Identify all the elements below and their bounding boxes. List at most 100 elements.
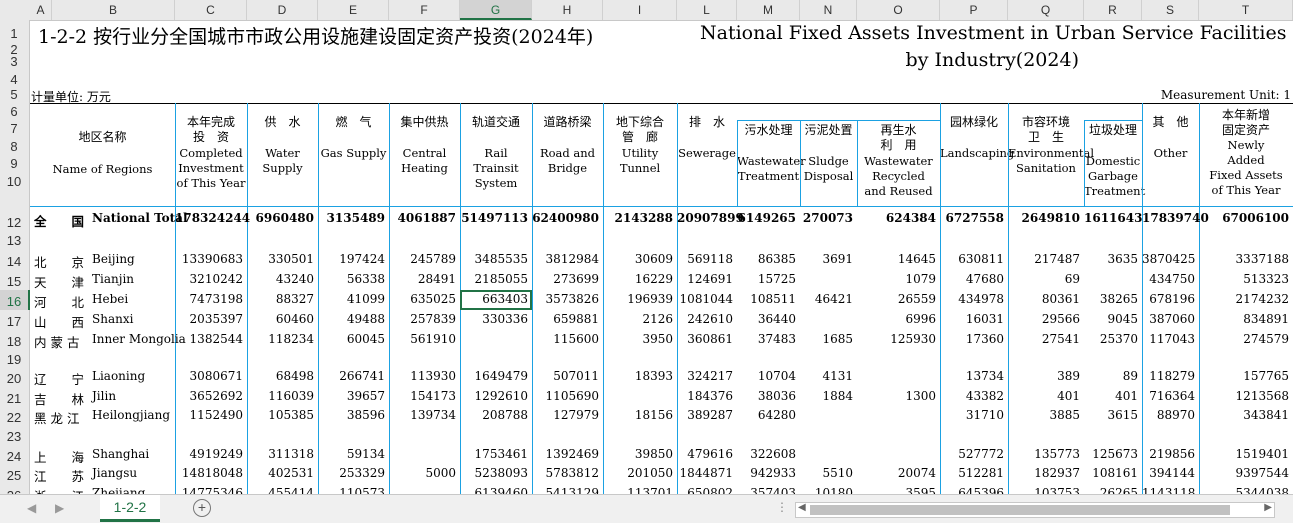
data-cell[interactable]: 43240 xyxy=(247,272,314,286)
data-cell[interactable]: 105385 xyxy=(247,408,314,422)
data-cell[interactable]: 245789 xyxy=(389,252,456,266)
column-header-M[interactable]: M xyxy=(737,0,800,20)
data-cell[interactable]: 512281 xyxy=(940,466,1004,480)
data-cell[interactable]: 270073 xyxy=(800,211,853,225)
data-cell[interactable]: 3135489 xyxy=(318,211,385,225)
data-cell[interactable]: 182937 xyxy=(1008,466,1080,480)
data-cell[interactable]: 117043 xyxy=(1142,332,1195,346)
data-cell[interactable]: 5000 xyxy=(389,466,456,480)
data-cell[interactable]: 3210242 xyxy=(175,272,243,286)
row-header-10[interactable]: 10 xyxy=(0,172,30,190)
data-cell[interactable]: 154173 xyxy=(389,389,456,403)
row-header-24[interactable]: 24 xyxy=(0,445,30,465)
data-cell[interactable]: 357403 xyxy=(737,486,796,494)
data-cell[interactable]: 14775346 xyxy=(175,486,243,494)
data-cell[interactable]: 108511 xyxy=(737,292,796,306)
data-cell[interactable]: 116039 xyxy=(247,389,314,403)
data-cell[interactable]: 36440 xyxy=(737,312,796,326)
data-cell[interactable]: 9045 xyxy=(1084,312,1138,326)
row-header-4[interactable]: 4 xyxy=(0,70,30,88)
data-cell[interactable]: 1884 xyxy=(800,389,853,403)
row-header-5[interactable]: 5 xyxy=(0,87,30,103)
data-cell[interactable]: 18393 xyxy=(603,369,673,383)
data-cell[interactable]: 401 xyxy=(1084,389,1138,403)
row-header-7[interactable]: 7 xyxy=(0,120,30,137)
column-header-R[interactable]: R xyxy=(1084,0,1142,20)
data-cell[interactable]: 1292610 xyxy=(460,389,528,403)
row-header-9[interactable]: 9 xyxy=(0,155,30,172)
data-cell[interactable]: 6149265 xyxy=(737,211,796,225)
row-header-8[interactable]: 8 xyxy=(0,137,30,155)
data-cell[interactable]: 38036 xyxy=(737,389,796,403)
row-header-12[interactable]: 12 xyxy=(0,190,30,231)
data-cell[interactable]: 527772 xyxy=(940,447,1004,461)
add-sheet-icon[interactable]: + xyxy=(193,499,211,517)
data-cell[interactable]: 1753461 xyxy=(460,447,528,461)
data-cell[interactable]: 1081044 xyxy=(677,292,733,306)
data-cell[interactable]: 834891 xyxy=(1199,312,1289,326)
data-cell[interactable]: 49488 xyxy=(318,312,385,326)
data-cell[interactable]: 1611643 xyxy=(1084,211,1142,225)
data-cell[interactable]: 330336 xyxy=(460,312,528,326)
data-cell[interactable]: 26265 xyxy=(1084,486,1138,494)
data-cell[interactable]: 387060 xyxy=(1142,312,1195,326)
scroll-left-icon[interactable]: ◀ xyxy=(798,502,806,513)
data-cell[interactable]: 17360 xyxy=(940,332,1004,346)
data-cell[interactable]: 201050 xyxy=(603,466,673,480)
data-cell[interactable]: 455414 xyxy=(247,486,314,494)
data-cell[interactable]: 64280 xyxy=(737,408,796,422)
data-cell[interactable]: 25370 xyxy=(1084,332,1138,346)
data-cell[interactable]: 18156 xyxy=(603,408,673,422)
row-header-1[interactable]: 1 xyxy=(0,20,30,42)
horizontal-scrollbar[interactable]: ◀ ▶ xyxy=(795,502,1275,518)
data-cell[interactable]: 401 xyxy=(1008,389,1080,403)
data-cell[interactable]: 1143118 xyxy=(1142,486,1195,494)
prev-sheet-icon[interactable]: ◀ xyxy=(27,501,36,515)
data-cell[interactable]: 5238093 xyxy=(460,466,528,480)
data-cell[interactable]: 10704 xyxy=(737,369,796,383)
data-cell[interactable]: 324217 xyxy=(677,369,733,383)
data-cell[interactable]: 13390683 xyxy=(175,252,243,266)
data-cell[interactable]: 4061887 xyxy=(389,211,456,225)
data-cell[interactable]: 3652692 xyxy=(175,389,243,403)
active-cell-G16[interactable] xyxy=(460,290,532,310)
data-cell[interactable]: 1392469 xyxy=(532,447,599,461)
data-cell[interactable]: 62400980 xyxy=(532,211,599,225)
data-cell[interactable]: 89 xyxy=(1084,369,1138,383)
column-header-H[interactable]: H xyxy=(532,0,603,20)
row-header-25[interactable]: 25 xyxy=(0,465,30,484)
data-cell[interactable]: 2649810 xyxy=(1008,211,1080,225)
data-cell[interactable]: 4919249 xyxy=(175,447,243,461)
data-cell[interactable]: 2174232 xyxy=(1199,292,1289,306)
data-cell[interactable]: 624384 xyxy=(857,211,936,225)
data-cell[interactable]: 196939 xyxy=(603,292,673,306)
data-cell[interactable]: 68498 xyxy=(247,369,314,383)
data-cell[interactable]: 402531 xyxy=(247,466,314,480)
data-cell[interactable]: 197424 xyxy=(318,252,385,266)
row-header-15[interactable]: 15 xyxy=(0,270,30,290)
data-cell[interactable]: 3573826 xyxy=(532,292,599,306)
data-cell[interactable]: 3950 xyxy=(603,332,673,346)
data-cell[interactable]: 14645 xyxy=(857,252,936,266)
data-cell[interactable]: 59134 xyxy=(318,447,385,461)
next-sheet-icon[interactable]: ▶ xyxy=(55,501,64,515)
data-cell[interactable]: 2143288 xyxy=(603,211,673,225)
data-cell[interactable]: 9397544 xyxy=(1199,466,1289,480)
data-cell[interactable]: 118234 xyxy=(247,332,314,346)
data-cell[interactable]: 2185055 xyxy=(460,272,528,286)
data-cell[interactable]: 80361 xyxy=(1008,292,1080,306)
data-cell[interactable]: 38265 xyxy=(1084,292,1138,306)
tab-split-handle-icon[interactable]: ⋮ xyxy=(776,500,788,514)
data-cell[interactable]: 389 xyxy=(1008,369,1080,383)
data-cell[interactable]: 6996 xyxy=(857,312,936,326)
data-cell[interactable]: 43382 xyxy=(940,389,1004,403)
data-cell[interactable]: 3485535 xyxy=(460,252,528,266)
row-header-21[interactable]: 21 xyxy=(0,387,30,407)
data-cell[interactable]: 60460 xyxy=(247,312,314,326)
data-cell[interactable]: 507011 xyxy=(532,369,599,383)
data-cell[interactable]: 569118 xyxy=(677,252,733,266)
data-cell[interactable]: 30609 xyxy=(603,252,673,266)
data-cell[interactable]: 434978 xyxy=(940,292,1004,306)
scrollbar-thumb[interactable] xyxy=(810,505,1230,515)
data-cell[interactable]: 16229 xyxy=(603,272,673,286)
